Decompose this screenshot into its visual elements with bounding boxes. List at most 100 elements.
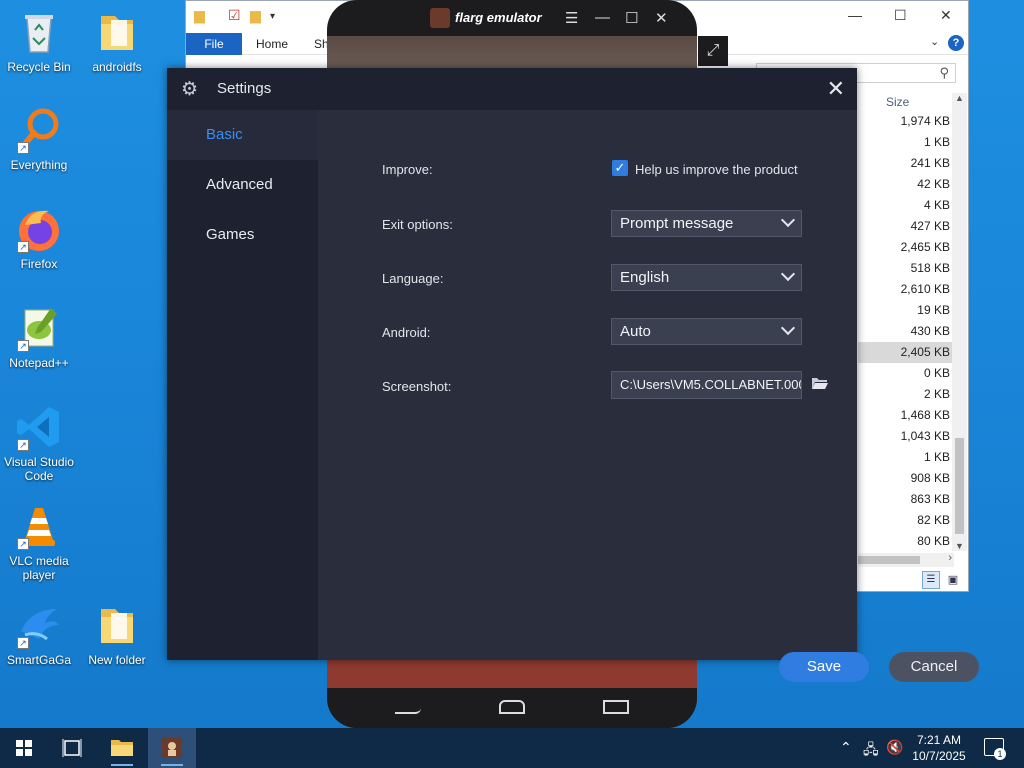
- file-size-cell[interactable]: 241 KB: [858, 153, 954, 174]
- file-size-cell[interactable]: 908 KB: [858, 468, 954, 489]
- file-size-cell[interactable]: 2,405 KB: [858, 342, 954, 363]
- task-view-button[interactable]: [48, 728, 96, 768]
- details-view-icon[interactable]: ☰: [922, 571, 940, 589]
- large-icons-view-icon[interactable]: ▣: [944, 571, 962, 589]
- smartgaga-icon: ↗: [15, 601, 63, 649]
- sidebar-item-advanced[interactable]: Advanced: [167, 160, 318, 210]
- file-size-cell[interactable]: 42 KB: [858, 174, 954, 195]
- settings-dialog[interactable]: ⚙ Settings ✕ Basic Advanced Games Improv…: [167, 68, 979, 682]
- settings-header[interactable]: ⚙ Settings ✕: [167, 68, 857, 110]
- scroll-up-icon[interactable]: ▲: [955, 93, 964, 103]
- desktop-icon-new-folder[interactable]: New folder: [78, 601, 156, 667]
- file-size-cell[interactable]: 2,465 KB: [858, 237, 954, 258]
- sidebar-item-games[interactable]: Games: [167, 210, 318, 260]
- desktop-icon-label: SmartGaGa: [6, 653, 72, 667]
- fullscreen-icon[interactable]: ⤢: [698, 36, 728, 66]
- sidebar-item-basic[interactable]: Basic: [167, 110, 318, 160]
- file-size-cell[interactable]: 0 KB: [858, 363, 954, 384]
- network-icon[interactable]: 🖧: [863, 739, 879, 763]
- improve-checkbox[interactable]: ✓: [612, 160, 628, 176]
- file-size-cell[interactable]: 1 KB: [858, 132, 954, 153]
- system-clock[interactable]: 7:21 AM 10/7/2025: [906, 732, 972, 764]
- tab-file[interactable]: File: [186, 33, 242, 55]
- desktop-icon-vscode[interactable]: ↗ Visual Studio Code: [0, 403, 78, 483]
- file-size-cell[interactable]: 2,610 KB: [858, 279, 954, 300]
- recycle-bin-icon: [15, 8, 63, 56]
- properties-icon[interactable]: ☑: [228, 7, 241, 24]
- new-folder-icon[interactable]: ▆: [250, 7, 261, 24]
- file-size-cell[interactable]: 4 KB: [858, 195, 954, 216]
- show-hidden-icons-icon[interactable]: ⌃: [840, 739, 852, 756]
- file-size-cell[interactable]: 1,974 KB: [858, 111, 954, 132]
- column-header-size[interactable]: Size: [886, 95, 909, 109]
- desktop-icon-vlc[interactable]: ↗ VLC media player: [0, 502, 78, 582]
- folder-icon: [111, 740, 133, 766]
- exit-options-select[interactable]: Prompt message: [611, 210, 802, 237]
- home-button[interactable]: [499, 700, 525, 714]
- volume-muted-icon[interactable]: 🔇: [886, 739, 903, 756]
- android-select[interactable]: Auto: [611, 318, 802, 345]
- taskbar: ⌃ 🖧 🔇 7:21 AM 10/7/2025 1: [0, 728, 1024, 768]
- file-size-cell[interactable]: 518 KB: [858, 258, 954, 279]
- shortcut-arrow-icon: ↗: [17, 538, 29, 550]
- desktop-icon-recycle-bin[interactable]: Recycle Bin: [0, 8, 78, 74]
- back-button[interactable]: [395, 700, 421, 714]
- shortcut-arrow-icon: ↗: [17, 241, 29, 253]
- notepad-plus-plus-icon: ↗: [15, 304, 63, 352]
- chevron-down-icon[interactable]: ⌄: [930, 35, 939, 48]
- file-size-cell[interactable]: 1 KB: [858, 447, 954, 468]
- folder-icon: [93, 8, 141, 56]
- desktop-icon-everything[interactable]: ↗ Everything: [0, 106, 78, 172]
- language-select[interactable]: English: [611, 264, 802, 291]
- tab-home[interactable]: Home: [256, 33, 288, 55]
- shortcut-arrow-icon: ↗: [17, 142, 29, 154]
- language-label: Language:: [382, 271, 444, 286]
- desktop-icon-androidfs[interactable]: androidfs: [78, 8, 156, 74]
- recents-button[interactable]: [603, 700, 629, 714]
- file-size-cell[interactable]: 427 KB: [858, 216, 954, 237]
- horizontal-scrollbar[interactable]: ›: [858, 552, 954, 567]
- file-size-cell[interactable]: 80 KB: [858, 531, 954, 552]
- save-button[interactable]: Save: [779, 652, 869, 682]
- chevron-down-icon[interactable]: ▾: [270, 11, 275, 22]
- scrollbar-thumb[interactable]: [858, 556, 920, 564]
- desktop-icon-smartgaga[interactable]: ↗ SmartGaGa: [0, 601, 78, 667]
- menu-icon[interactable]: ☰: [565, 9, 578, 27]
- shortcut-arrow-icon: ↗: [17, 340, 29, 352]
- notification-badge: 1: [994, 748, 1006, 760]
- scroll-down-icon[interactable]: ▼: [955, 541, 964, 551]
- folder-open-icon[interactable]: [811, 376, 829, 390]
- file-size-cell[interactable]: 1,468 KB: [858, 405, 954, 426]
- emulator-titlebar[interactable]: flarg emulator ☰ — ☐ ✕: [327, 8, 697, 30]
- taskbar-file-explorer[interactable]: [98, 728, 146, 768]
- cancel-button[interactable]: Cancel: [889, 652, 979, 682]
- start-button[interactable]: [0, 728, 48, 768]
- file-size-cell[interactable]: 430 KB: [858, 321, 954, 342]
- file-size-cell[interactable]: 2 KB: [858, 384, 954, 405]
- minimize-icon[interactable]: —: [595, 9, 610, 26]
- close-icon[interactable]: ✕: [940, 7, 952, 24]
- firefox-icon: ↗: [15, 205, 63, 253]
- desktop-icon-label: Everything: [10, 158, 68, 172]
- file-size-cell[interactable]: 1,043 KB: [858, 426, 954, 447]
- file-size-cell[interactable]: 82 KB: [858, 510, 954, 531]
- file-size-cell[interactable]: 19 KB: [858, 300, 954, 321]
- desktop-icon-notepad-plus-plus[interactable]: ↗ Notepad++: [0, 304, 78, 370]
- desktop-icon-firefox[interactable]: ↗ Firefox: [0, 205, 78, 271]
- maximize-icon[interactable]: ☐: [625, 9, 638, 27]
- scrollbar-thumb[interactable]: [955, 438, 964, 534]
- minimize-icon[interactable]: —: [848, 7, 862, 23]
- close-icon[interactable]: ✕: [655, 9, 668, 27]
- help-icon[interactable]: ?: [948, 35, 964, 51]
- close-button[interactable]: ✕: [827, 76, 845, 102]
- chevron-down-icon: [780, 266, 796, 282]
- scroll-right-icon[interactable]: ›: [948, 552, 952, 564]
- improve-checkbox-label[interactable]: Help us improve the product: [635, 162, 798, 177]
- maximize-icon[interactable]: ☐: [894, 7, 907, 24]
- taskbar-emulator[interactable]: [148, 728, 196, 768]
- file-size-cell[interactable]: 863 KB: [858, 489, 954, 510]
- screenshot-path-field[interactable]: C:\Users\VM5.COLLABNET.000: [611, 371, 802, 399]
- vertical-scrollbar[interactable]: ▲ ▼: [952, 93, 967, 551]
- folder-icon: ▆: [194, 7, 205, 23]
- windows-logo-icon: [16, 740, 32, 756]
